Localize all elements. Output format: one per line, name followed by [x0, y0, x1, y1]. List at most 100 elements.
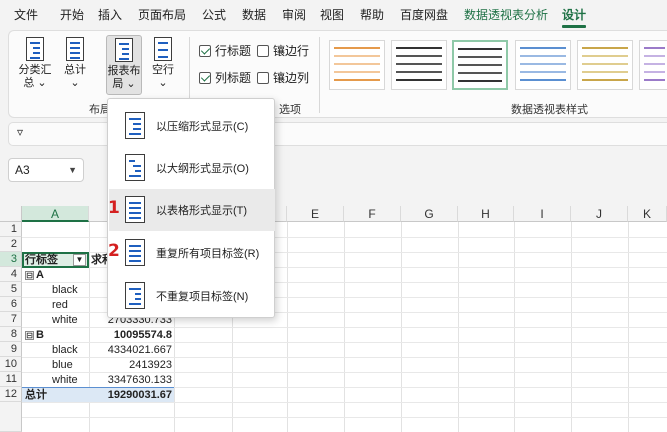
pivot-value-b-black[interactable]: 4334021.667 [89, 343, 172, 358]
col-headers-label: 列标题 [215, 71, 252, 85]
pivot-item-b-black[interactable]: black [52, 343, 78, 358]
col-header-k[interactable]: K [628, 206, 667, 222]
row-headers-label: 行标题 [215, 44, 252, 58]
report-layout-button[interactable]: 报表布 局 ⌄ [106, 35, 142, 95]
banded-cols-checkbox[interactable]: 镶边列 [257, 70, 309, 86]
row-header[interactable]: 10 [0, 357, 22, 372]
pivot-style-selected[interactable] [452, 40, 508, 90]
report-layout-menu: 以压缩形式显示(C) 以大纲形式显示(O) 以表格形式显示(T) 重复所有项目标… [107, 98, 275, 318]
pivot-item-a-red[interactable]: red [52, 298, 68, 313]
pivot-value-group-b[interactable]: 10095574.8 [89, 328, 172, 343]
grand-total-button[interactable]: 总计 ⌄ [57, 35, 93, 95]
select-all-corner[interactable] [0, 206, 22, 222]
tab-view[interactable]: 视图 [320, 0, 344, 30]
row-header[interactable]: 5 [0, 282, 22, 297]
pivot-item-b-blue[interactable]: blue [52, 358, 73, 373]
pivot-value-b-white[interactable]: 3347630.133 [89, 373, 172, 388]
subtotal-icon [26, 37, 44, 61]
blank-rows-button[interactable]: 空行 ⌄ [145, 35, 181, 95]
pivot-group-b-label: B [36, 329, 44, 341]
col-header-g[interactable]: G [401, 206, 458, 222]
customize-toolbar-icon[interactable]: ▿ [17, 125, 23, 139]
tab-design[interactable]: 设计 [562, 0, 587, 30]
checkbox-unchecked-icon [257, 72, 269, 84]
menu-item-label: 不重复项目标签(N) [156, 291, 249, 303]
tab-page-layout[interactable]: 页面布局 [138, 0, 186, 30]
no-repeat-labels-icon [125, 282, 145, 309]
banded-rows-checkbox[interactable]: 镶边行 [257, 43, 309, 59]
pivot-item-a-black[interactable]: black [52, 283, 78, 298]
row-header[interactable]: 3 [0, 252, 22, 267]
tab-baidu-netdisk[interactable]: 百度网盘 [400, 0, 448, 30]
tab-help[interactable]: 帮助 [360, 0, 384, 30]
banded-rows-label: 镶边行 [273, 44, 310, 58]
pivot-style-light-gold[interactable] [577, 40, 633, 90]
grand-total-icon [66, 37, 84, 61]
tab-insert[interactable]: 插入 [98, 0, 122, 30]
row-header[interactable]: 2 [0, 237, 22, 252]
banded-cols-label: 镶边列 [273, 71, 310, 85]
row-header[interactable]: 9 [0, 342, 22, 357]
tab-file[interactable]: 文件 [14, 0, 38, 30]
menu-item-outline-form[interactable]: 以大纲形式显示(O) [109, 147, 275, 189]
pivot-row-labels-header[interactable]: 行标签 [25, 253, 58, 268]
name-box-value: A3 [15, 163, 30, 177]
pivot-group-a[interactable]: ⊟ A [25, 268, 44, 283]
col-header-i[interactable]: I [514, 206, 571, 222]
menu-item-compact-form[interactable]: 以压缩形式显示(C) [109, 105, 275, 147]
col-header-e[interactable]: E [287, 206, 344, 222]
pivot-style-light-dark[interactable] [391, 40, 447, 90]
row-header[interactable]: 8 [0, 327, 22, 342]
collapse-icon[interactable]: ⊟ [25, 271, 34, 280]
pivot-style-light-blue[interactable] [515, 40, 571, 90]
tab-formulas[interactable]: 公式 [202, 0, 226, 30]
pivot-grand-total-value[interactable]: 19290031.67 [89, 388, 172, 403]
menu-item-label: 以表格形式显示(T) [156, 205, 248, 217]
subtotal-button[interactable]: 分类汇 总 ⌄ [17, 35, 53, 95]
pivot-style-light-orange[interactable] [329, 40, 385, 90]
pivot-group-a-label: A [36, 269, 44, 281]
col-header-f[interactable]: F [344, 206, 401, 222]
blank-rows-label-1: 空行 [152, 64, 174, 76]
pivot-style-light-purple[interactable] [639, 40, 667, 90]
tab-pivot-analyze[interactable]: 数据透视表分析 [464, 0, 548, 30]
filter-dropdown-icon[interactable]: ▼ [73, 254, 86, 266]
tabular-form-icon [125, 196, 145, 223]
blank-rows-label-2: ⌄ [158, 77, 168, 89]
menu-item-no-repeat-labels[interactable]: 不重复项目标签(N) [109, 275, 275, 317]
row-header-filler [0, 402, 22, 432]
col-header-a[interactable]: A [22, 206, 89, 222]
options-group-label: 选项 [279, 104, 301, 116]
name-box[interactable]: A3 ▼ [8, 158, 84, 182]
menu-item-tabular-form[interactable]: 以表格形式显示(T) [109, 189, 275, 231]
grand-total-label-2: ⌄ [70, 77, 80, 89]
report-layout-label-2: 局 ⌄ [112, 78, 136, 90]
collapse-icon[interactable]: ⊟ [25, 331, 34, 340]
pivot-item-b-white[interactable]: white [52, 373, 78, 388]
col-header-j[interactable]: J [571, 206, 628, 222]
row-header[interactable]: 7 [0, 312, 22, 327]
chevron-down-icon[interactable]: ▼ [68, 159, 77, 181]
row-header[interactable]: 12 [0, 387, 22, 402]
tab-review[interactable]: 审阅 [282, 0, 306, 30]
menu-item-repeat-all-labels[interactable]: 重复所有项目标签(R) [109, 232, 275, 274]
compact-form-icon [125, 112, 145, 139]
col-headers-checkbox[interactable]: 列标题 [199, 70, 251, 86]
row-header[interactable]: 6 [0, 297, 22, 312]
styles-group-label: 数据透视表样式 [511, 104, 588, 116]
menu-item-label: 以大纲形式显示(O) [156, 163, 249, 175]
pivot-value-b-blue[interactable]: 2413923 [89, 358, 172, 373]
tab-data[interactable]: 数据 [242, 0, 266, 30]
pivot-item-a-white[interactable]: white [52, 313, 78, 328]
report-layout-label-1: 报表布 [107, 65, 141, 77]
row-header[interactable]: 1 [0, 222, 22, 237]
tab-home[interactable]: 开始 [60, 0, 84, 30]
pivot-group-b[interactable]: ⊟ B [25, 328, 44, 343]
row-headers-checkbox[interactable]: 行标题 [199, 43, 251, 59]
checkbox-unchecked-icon [257, 45, 269, 57]
checkbox-checked-icon [199, 45, 211, 57]
pivot-grand-total-label[interactable]: 总计 [25, 388, 47, 403]
row-header[interactable]: 4 [0, 267, 22, 282]
row-header[interactable]: 11 [0, 372, 22, 387]
col-header-h[interactable]: H [458, 206, 514, 222]
